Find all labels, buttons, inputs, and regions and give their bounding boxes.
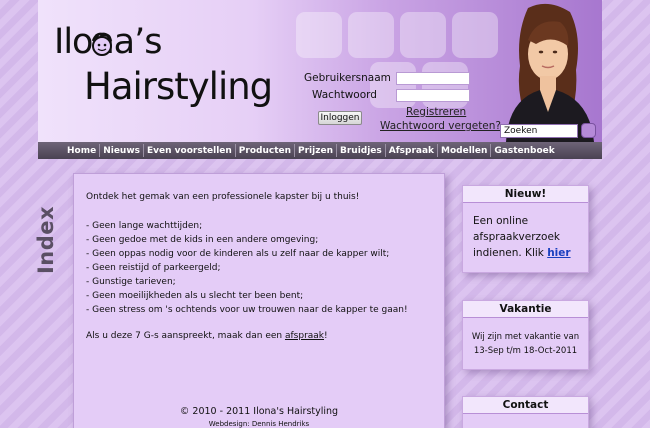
list-item: - Geen gedoe met de kids in een andere o…: [86, 235, 319, 245]
sidebox-new-line: afspraakverzoek: [473, 231, 560, 243]
nav-item-modellen[interactable]: Modellen: [439, 146, 489, 156]
sidebox-vacation-title: Vakantie: [463, 301, 588, 318]
nav-separator: [490, 144, 492, 157]
sidebox-new-title: Nieuw!: [463, 186, 588, 203]
search-button[interactable]: [581, 123, 596, 138]
nav-separator: [335, 144, 337, 157]
username-field[interactable]: [396, 72, 470, 85]
nav-item-prijzen[interactable]: Prijzen: [296, 146, 335, 156]
closing-text-end: !: [324, 331, 328, 341]
decorative-tile: [400, 12, 446, 58]
login-button[interactable]: Inloggen: [318, 111, 362, 125]
logo-face-icon: [91, 32, 113, 56]
intro-text: Ontdek het gemak van een professionele k…: [86, 192, 360, 202]
nav-separator: [384, 144, 386, 157]
nav-item-afspraak[interactable]: Afspraak: [387, 146, 436, 156]
request-appointment-link[interactable]: hier: [547, 247, 570, 259]
nav-separator: [234, 144, 236, 157]
nav-separator: [437, 144, 439, 157]
username-label: Gebruikersnaam: [304, 72, 391, 84]
sidebox-contact: Contact: [462, 396, 589, 428]
decorative-tile: [348, 12, 394, 58]
nav-item-nieuws[interactable]: Nieuws: [101, 146, 142, 156]
forgot-password-link[interactable]: Wachtwoord vergeten?: [380, 120, 501, 132]
sidebox-new-text: indienen. Klik: [473, 247, 548, 259]
decorative-tile: [296, 12, 342, 58]
page-section-label: Index: [34, 205, 58, 275]
main-nav: Home Nieuws Even voorstellen Producten P…: [38, 142, 602, 159]
nav-separator: [99, 144, 101, 157]
site-header: Ilona’s Hairstyling Gebruikersnaam Wacht…: [38, 0, 602, 142]
search-input[interactable]: Zoeken: [500, 124, 578, 138]
nav-separator: [294, 144, 296, 157]
main-content: Ontdek het gemak van een professionele k…: [73, 173, 445, 428]
list-item: - Geen reistijd of parkeergeld;: [86, 263, 221, 273]
sidebox-contact-title: Contact: [463, 397, 588, 414]
appointment-link[interactable]: afspraak: [285, 331, 324, 341]
list-item: - Gunstige tarieven;: [86, 277, 176, 287]
nav-item-home[interactable]: Home: [65, 146, 98, 156]
nav-item-gastenboek[interactable]: Gastenboek: [492, 146, 556, 156]
sidebox-new-body: Een online afspraakverzoek indienen. Kli…: [463, 203, 588, 261]
stylist-photo: [506, 3, 594, 142]
list-item: - Geen moeilijkheden als u slecht ter be…: [86, 291, 304, 301]
sidebox-new-line: Een online: [473, 215, 529, 227]
list-item: - Geen lange wachttijden;: [86, 221, 203, 231]
sidebox-vacation-body: Wij zijn met vakantie van 13-Sep t/m 18-…: [463, 318, 588, 358]
register-link[interactable]: Registreren: [406, 106, 466, 118]
nav-separator: [143, 144, 145, 157]
password-field[interactable]: [396, 89, 470, 102]
list-item: - Geen stress om 's ochtends voor uw tro…: [86, 305, 408, 315]
logo-text-hairstyling[interactable]: Hairstyling: [84, 65, 273, 108]
closing-text: Als u deze 7 G-s aanspreekt, maak dan ee…: [86, 331, 328, 341]
vacation-line: Wij zijn met vakantie van: [471, 332, 580, 342]
page: Ilona’s Hairstyling Gebruikersnaam Wacht…: [0, 0, 650, 428]
nav-item-producten[interactable]: Producten: [237, 146, 293, 156]
closing-text-body: Als u deze 7 G-s aanspreekt, maak dan ee…: [86, 331, 285, 341]
vacation-dates: 13-Sep t/m 18-Oct-2011: [473, 346, 578, 356]
sidebox-new-line: indienen. Klik hier: [473, 245, 578, 261]
sidebox-new: Nieuw! Een online afspraakverzoek indien…: [462, 185, 589, 273]
footer-copyright: © 2010 - 2011 Ilona's Hairstyling: [179, 406, 339, 417]
nav-item-bruidjes[interactable]: Bruidjes: [338, 146, 384, 156]
footer-webdesign: Webdesign: Dennis Hendriks: [208, 420, 310, 428]
sidebox-vacation: Vakantie Wij zijn met vakantie van 13-Se…: [462, 300, 589, 370]
password-label: Wachtwoord: [312, 89, 377, 101]
nav-item-even-voorstellen[interactable]: Even voorstellen: [145, 146, 234, 156]
list-item: - Geen oppas nodig voor de kinderen als …: [86, 249, 390, 259]
